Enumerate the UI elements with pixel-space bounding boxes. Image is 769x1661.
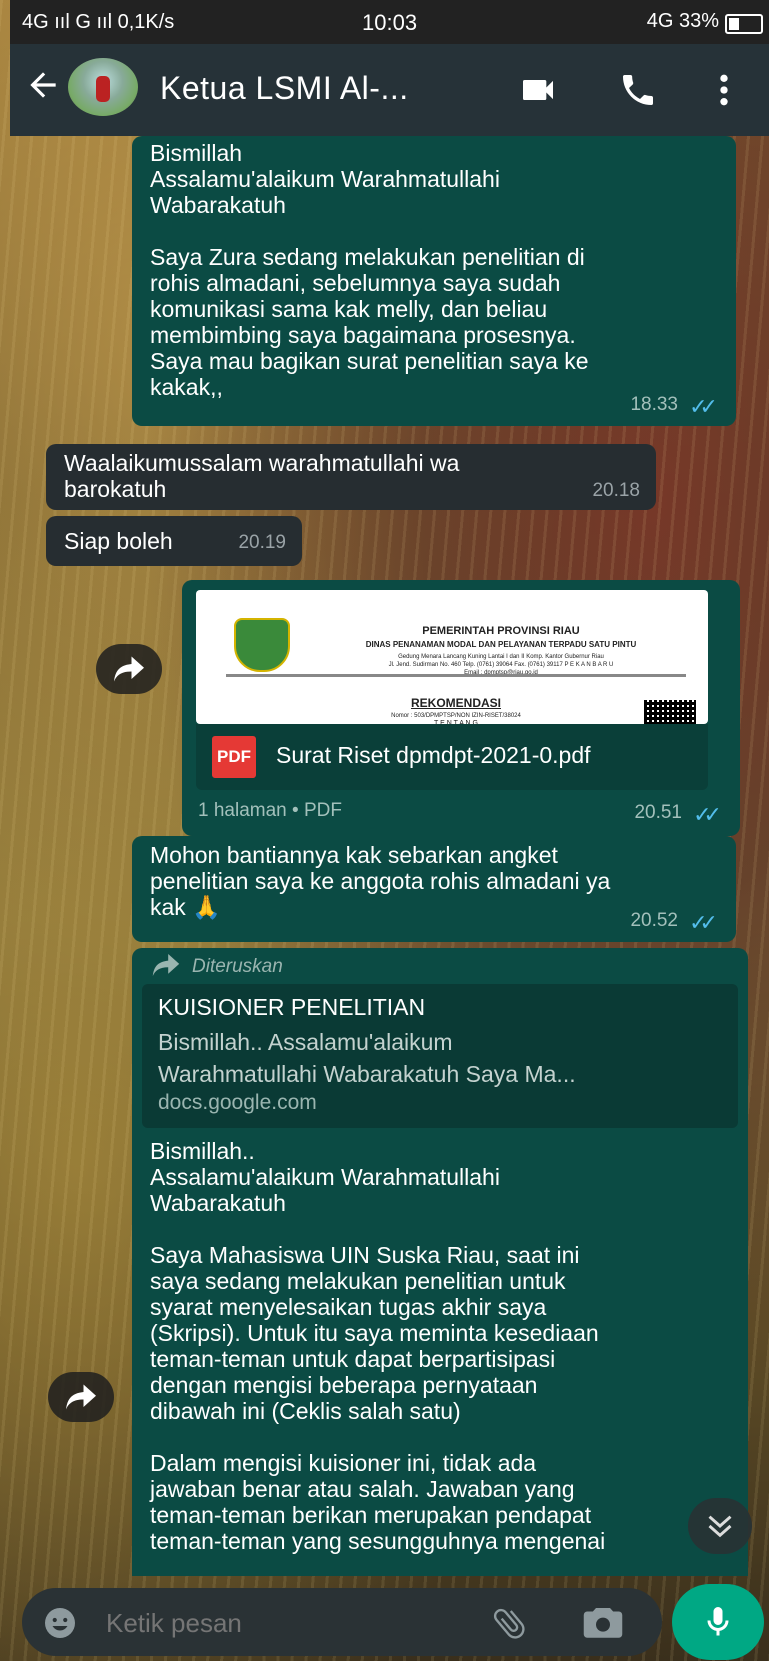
message-time: 20.52 (630, 910, 678, 931)
forward-icon[interactable] (48, 1372, 114, 1422)
forwarded-text: Diteruskan (192, 956, 283, 977)
document-preview[interactable]: PEMERINTAH PROVINSI RIAU DINAS PENANAMAN… (196, 590, 708, 724)
chat-messages[interactable]: Bismillah Assalamu'alaikum Warahmatullah… (10, 136, 769, 1576)
chat-header: Ketua LSMI Al-... (10, 44, 769, 136)
message-forwarded[interactable]: Diteruskan KUISIONER PENELITIAN Bismilla… (132, 948, 748, 1576)
document-meta: 1 halaman • PDF (198, 800, 342, 821)
mic-icon (700, 1602, 736, 1647)
back-arrow-icon[interactable] (24, 66, 62, 111)
double-check-icon: ✓✓ (693, 802, 722, 827)
phone-icon[interactable] (618, 70, 658, 115)
message-input-bar[interactable] (22, 1588, 662, 1656)
double-check-icon: ✓✓ (689, 910, 718, 935)
camera-icon[interactable] (582, 1604, 624, 1645)
document-filename: Surat Riset dpmdpt-2021-0.pdf (276, 742, 591, 768)
message-document[interactable]: PEMERINTAH PROVINSI RIAU DINAS PENANAMAN… (182, 580, 740, 836)
status-bar: 4G ııl G ııl 0,1K/s 10:03 4G 33% (10, 0, 769, 44)
message-time: 18.33 (630, 394, 678, 415)
message-text: Mohon bantiannya kak sebarkan angket pen… (150, 842, 611, 920)
message-outgoing[interactable]: Bismillah Assalamu'alaikum Warahmatullah… (132, 136, 736, 426)
message-time: 20.19 (238, 532, 286, 553)
contact-avatar[interactable] (68, 58, 138, 116)
message-text: Siap boleh (64, 528, 173, 554)
doc-tentang: T E N T A N G (434, 720, 478, 724)
mic-button[interactable] (672, 1584, 764, 1660)
document-file-row[interactable]: PDF Surat Riset dpmdpt-2021-0.pdf (196, 724, 708, 790)
message-time: 20.18 (592, 480, 640, 501)
scroll-down-icon[interactable] (688, 1498, 752, 1554)
network-status: 4G ııl G ııl 0,1K/s (22, 11, 175, 33)
doc-divider (226, 674, 686, 677)
qr-code-icon (644, 700, 696, 724)
attach-icon[interactable] (490, 1604, 530, 1647)
message-incoming[interactable]: Waalaikumussalam warahmatullahi wa barok… (46, 444, 656, 510)
riau-emblem-icon (234, 618, 290, 672)
link-title: KUISIONER PENELITIAN (158, 994, 426, 1020)
double-check-icon: ✓✓ (689, 394, 718, 419)
message-text: Bismillah.. Assalamu'alaikum Warahmatull… (150, 1138, 606, 1554)
video-call-icon[interactable] (516, 70, 560, 115)
forward-icon[interactable] (96, 644, 162, 694)
message-input[interactable] (104, 1602, 468, 1644)
message-outgoing[interactable]: Mohon bantiannya kak sebarkan angket pen… (132, 836, 736, 942)
link-domain: docs.google.com (158, 1091, 317, 1114)
contact-name[interactable]: Ketua LSMI Al-... (160, 70, 409, 107)
battery-status: 4G 33% (646, 10, 719, 32)
forwarded-label: Diteruskan (150, 954, 283, 980)
message-text: Bismillah Assalamu'alaikum Warahmatullah… (150, 140, 589, 400)
more-vert-icon[interactable] (714, 70, 734, 115)
message-text: Waalaikumussalam warahmatullahi wa barok… (64, 450, 460, 502)
link-preview-card[interactable]: KUISIONER PENELITIAN Bismillah.. Assalam… (142, 984, 738, 1128)
forwarded-icon (152, 954, 180, 976)
status-clock: 10:03 (362, 10, 418, 35)
message-incoming[interactable]: Siap boleh 20.19 (46, 516, 302, 566)
emoji-icon[interactable] (42, 1605, 78, 1646)
doc-header-5: Email : dpmptsp@riau.go.id (464, 670, 538, 676)
message-time: 20.51 (634, 802, 682, 823)
pdf-icon: PDF (212, 736, 256, 778)
battery-icon (725, 14, 763, 34)
link-description: Bismillah.. Assalamu'alaikum Warahmatull… (158, 1029, 576, 1087)
